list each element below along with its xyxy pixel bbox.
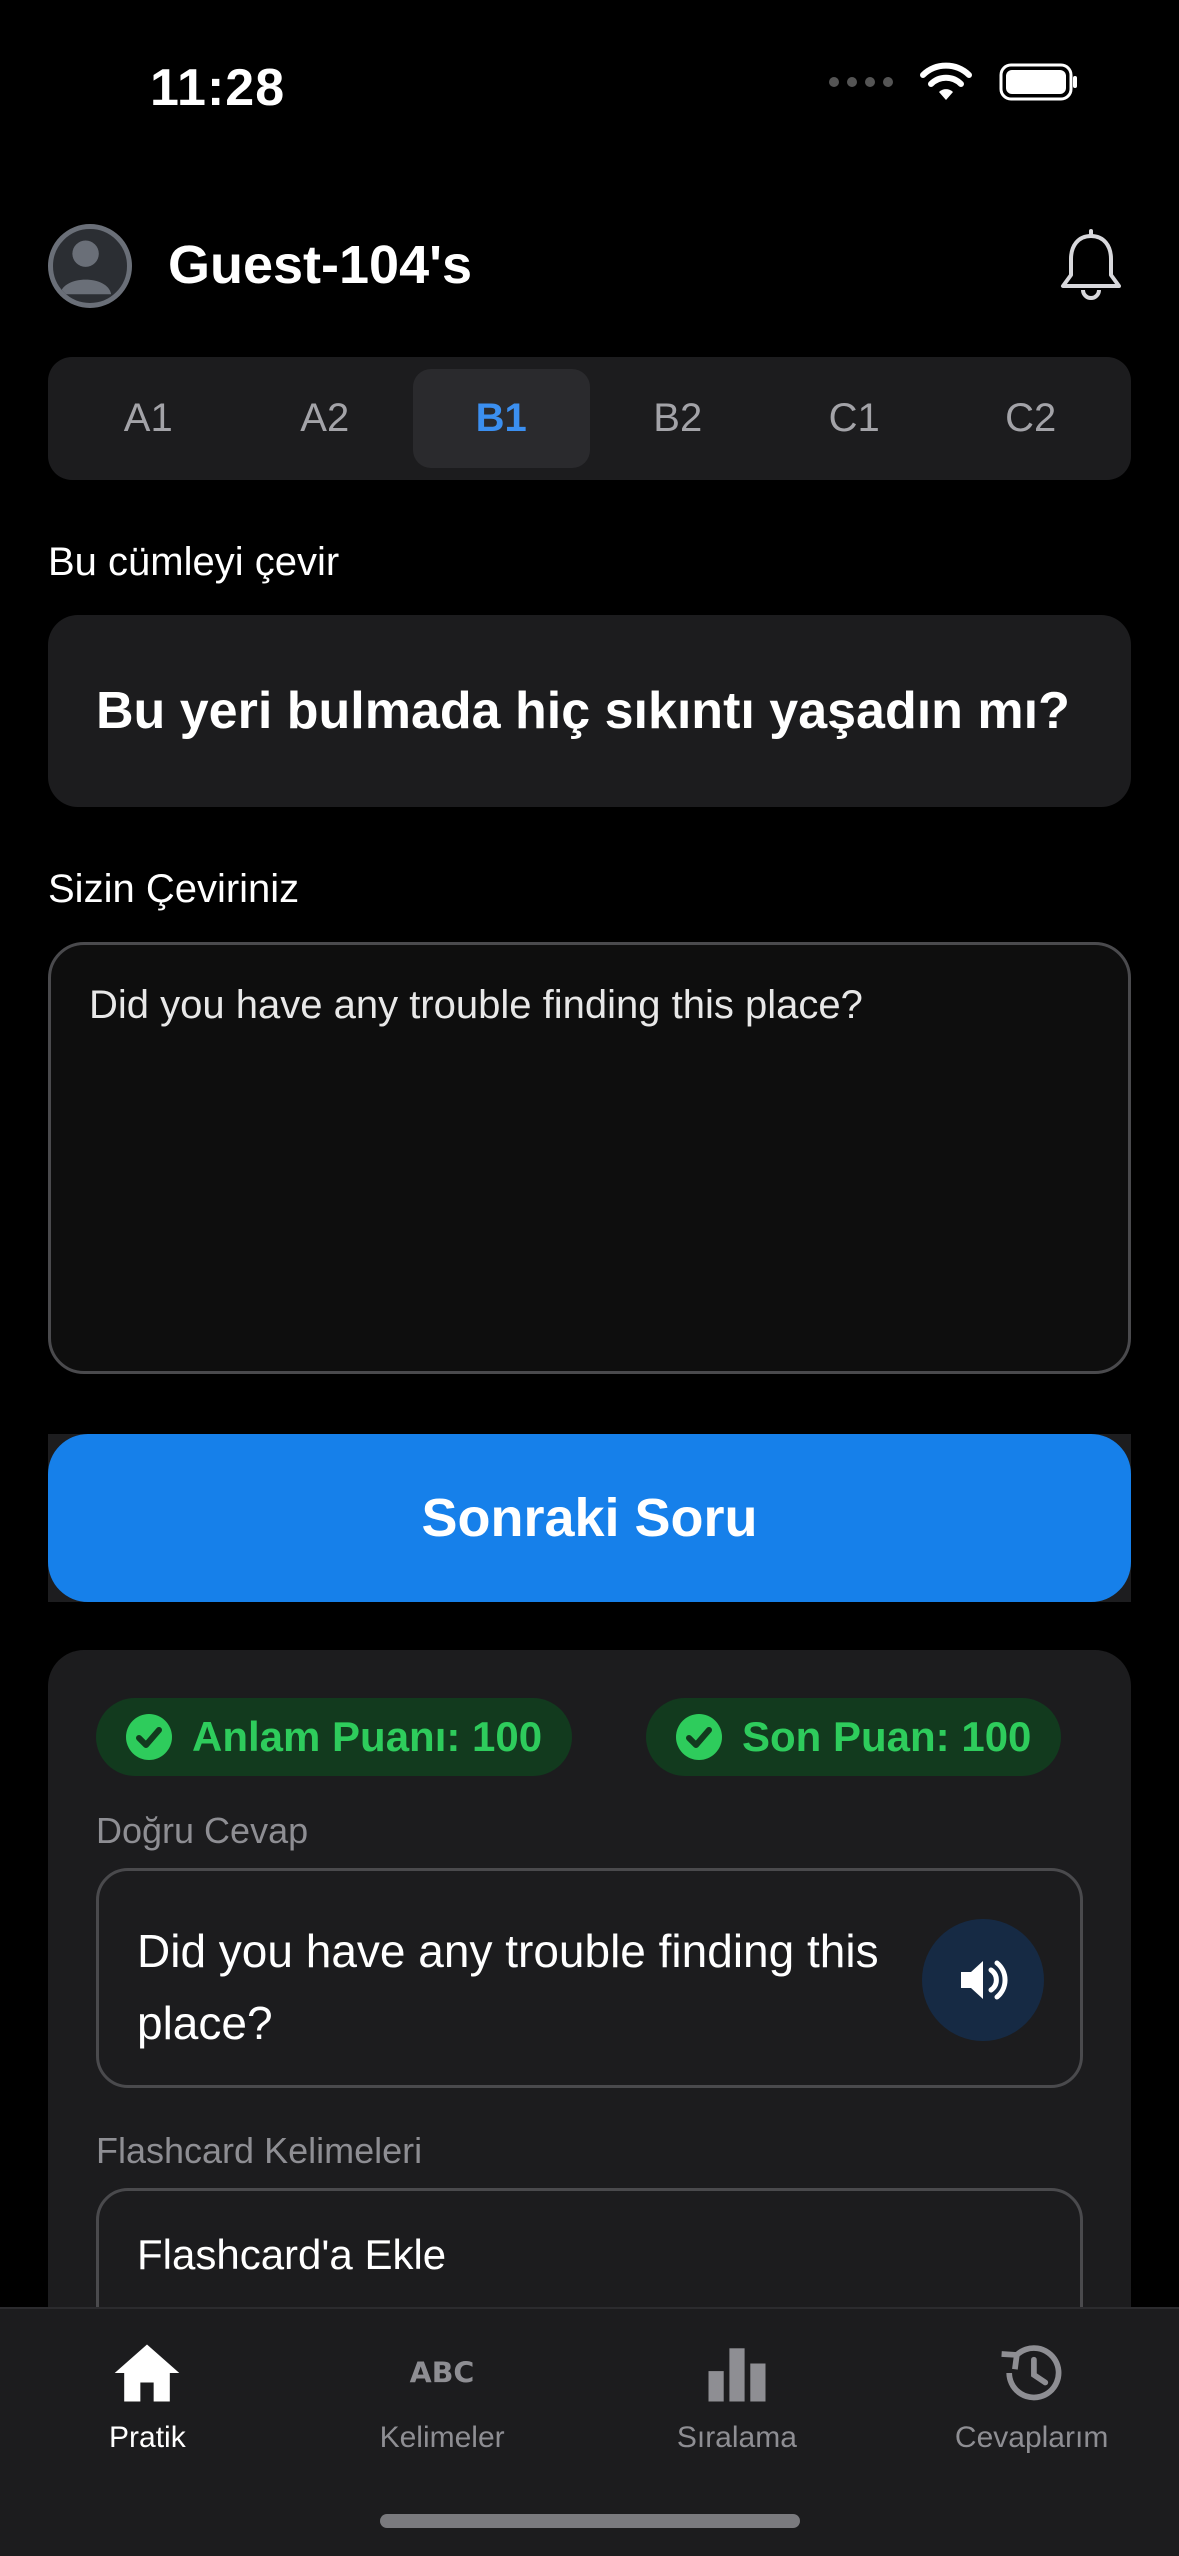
tab-label: Kelimeler bbox=[379, 2421, 505, 2454]
svg-text:ABC: ABC bbox=[410, 2357, 475, 2390]
flashcard-words-label: Flashcard Kelimeleri bbox=[96, 2130, 423, 2171]
final-score: Son Puan: 100 bbox=[742, 1713, 1032, 1760]
tab-pratik[interactable]: Pratik bbox=[0, 2309, 295, 2556]
history-icon bbox=[992, 2333, 1072, 2413]
cellular-signal-icon bbox=[829, 77, 893, 87]
correct-answer-box: Did you have any trouble finding this pl… bbox=[96, 1868, 1083, 2088]
practice-screen: 11:28 Guest-104's A1 A2 B1 B2 C1 C2 Bu c… bbox=[0, 0, 1179, 2556]
meaning-score-badge: Anlam Puanı: 100 bbox=[96, 1698, 573, 1776]
speaker-icon[interactable] bbox=[922, 1919, 1044, 2041]
level-a2[interactable]: A2 bbox=[237, 369, 414, 468]
battery-icon bbox=[999, 63, 1077, 101]
home-indicator[interactable] bbox=[380, 2514, 800, 2528]
next-button-container: Sonraki Soru bbox=[48, 1434, 1131, 1602]
source-sentence: Bu yeri bulmada hiç sıkıntı yaşadın mı? bbox=[96, 682, 1070, 740]
tab-label: Sıralama bbox=[676, 2421, 797, 2454]
avatar[interactable] bbox=[48, 224, 132, 308]
tab-label: Pratik bbox=[109, 2421, 186, 2454]
add-flashcard-label: Flashcard'a Ekle bbox=[137, 2231, 447, 2278]
tab-label: Cevaplarım bbox=[954, 2421, 1109, 2454]
next-question-button[interactable]: Sonraki Soru bbox=[48, 1434, 1131, 1602]
status-icons bbox=[829, 62, 1079, 102]
translation-value: Did you have any trouble finding this pl… bbox=[89, 983, 863, 1027]
level-c2[interactable]: C2 bbox=[943, 369, 1120, 468]
wifi-icon bbox=[920, 62, 972, 100]
check-circle-icon bbox=[126, 1714, 172, 1760]
meaning-score: Anlam Puanı: 100 bbox=[192, 1713, 543, 1760]
level-b2[interactable]: B2 bbox=[590, 369, 767, 468]
source-sentence-card: Bu yeri bulmada hiç sıkıntı yaşadın mı? bbox=[48, 615, 1131, 807]
home-icon bbox=[107, 2333, 187, 2413]
check-circle-icon bbox=[676, 1714, 722, 1760]
translation-input[interactable]: Did you have any trouble finding this pl… bbox=[48, 942, 1131, 1374]
status-time: 11:28 bbox=[150, 59, 286, 117]
level-a1[interactable]: A1 bbox=[60, 369, 237, 468]
final-score-badge: Son Puan: 100 bbox=[646, 1698, 1062, 1776]
correct-answer-label: Doğru Cevap bbox=[96, 1810, 309, 1851]
level-selector: A1 A2 B1 B2 C1 C2 bbox=[48, 357, 1131, 480]
abc-icon: ABC bbox=[402, 2333, 482, 2413]
level-b1[interactable]: B1 bbox=[413, 369, 590, 468]
translation-label: Sizin Çeviriniz bbox=[48, 867, 300, 911]
bar-chart-icon bbox=[697, 2333, 777, 2413]
level-c1[interactable]: C1 bbox=[766, 369, 943, 468]
correct-answer: Did you have any trouble finding this pl… bbox=[137, 1925, 879, 2049]
user-icon bbox=[60, 240, 112, 295]
page-title: Guest-104's bbox=[168, 235, 472, 295]
prompt-label: Bu cümleyi çevir bbox=[48, 540, 340, 584]
tab-cevaplarim[interactable]: Cevaplarım bbox=[884, 2309, 1179, 2556]
notification-bell-icon[interactable] bbox=[1053, 228, 1129, 304]
